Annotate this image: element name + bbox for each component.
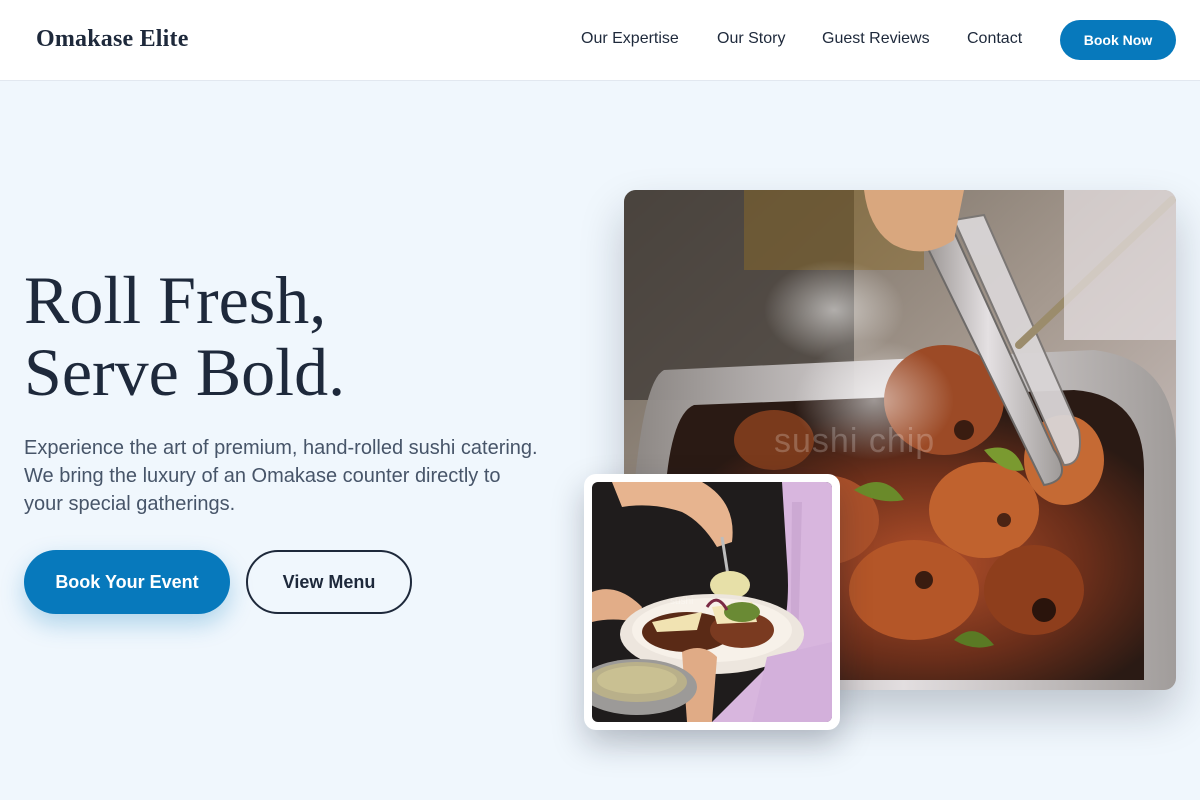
hero-title: Roll Fresh, Serve Bold. <box>24 264 345 408</box>
book-your-event-button[interactable]: Book Your Event <box>24 550 230 614</box>
hero-subtitle: Experience the art of premium, hand-roll… <box>24 437 538 515</box>
hero-secondary-image-card: sushi <box>584 474 840 730</box>
site-header: Omakase Elite Our Expertise Our Story Gu… <box>0 0 1200 81</box>
nav-link-our-story[interactable]: Our Story <box>717 30 785 48</box>
hero-title-line-1: Roll Fresh, <box>24 262 327 338</box>
brand-logo[interactable]: Omakase Elite <box>36 26 189 53</box>
view-menu-button[interactable]: View Menu <box>246 550 412 614</box>
small-image-watermark: sushi <box>670 596 694 607</box>
nav-link-contact[interactable]: Contact <box>967 30 1022 48</box>
hero-secondary-image: sushi <box>592 482 832 722</box>
book-now-button[interactable]: Book Now <box>1060 20 1176 60</box>
nav-link-our-expertise[interactable]: Our Expertise <box>581 30 679 48</box>
plated-dish-illustration <box>592 482 832 722</box>
nav-link-guest-reviews[interactable]: Guest Reviews <box>822 30 930 48</box>
hero-title-line-2: Serve Bold. <box>24 334 346 410</box>
main-image-watermark: sushi chip <box>774 422 936 460</box>
